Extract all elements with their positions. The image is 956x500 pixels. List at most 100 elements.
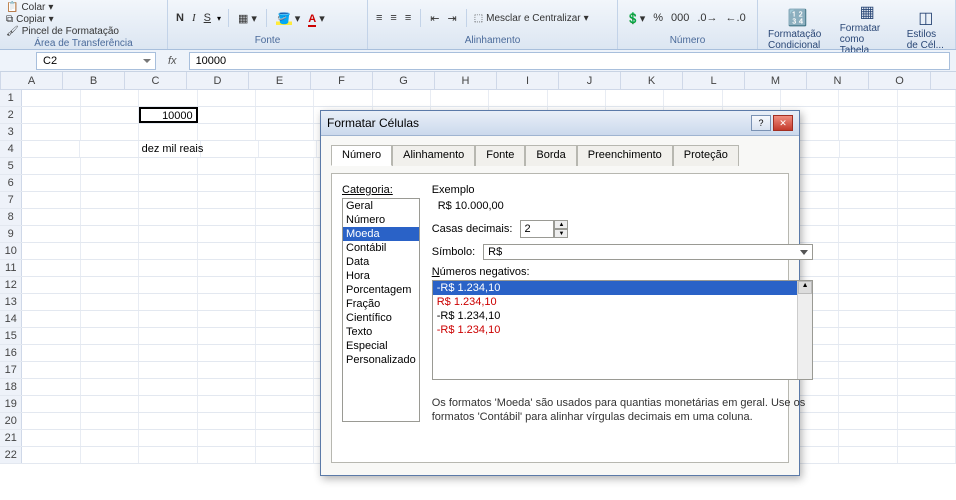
cell[interactable] [898, 226, 956, 242]
row-header[interactable]: 16 [0, 345, 22, 361]
cell[interactable] [81, 413, 139, 429]
cell[interactable] [256, 396, 314, 412]
cell[interactable] [259, 141, 317, 157]
cell[interactable] [781, 90, 839, 106]
cell[interactable] [198, 413, 256, 429]
cell[interactable]: 10000 [139, 107, 198, 123]
cell[interactable] [198, 226, 256, 242]
cell[interactable] [198, 277, 256, 293]
cell[interactable] [898, 175, 956, 191]
dialog-tab[interactable]: Fonte [475, 145, 525, 166]
cell[interactable] [139, 413, 197, 429]
dialog-tab[interactable]: Borda [525, 145, 576, 166]
cell[interactable] [256, 175, 314, 191]
cell[interactable] [139, 345, 197, 361]
cell[interactable] [81, 243, 139, 259]
cell[interactable] [898, 311, 956, 327]
category-item[interactable]: Porcentagem [343, 283, 419, 297]
negative-format-item[interactable]: R$ 1.234,10 [433, 295, 812, 309]
cell[interactable] [198, 447, 256, 463]
border-button[interactable]: ▦ ▾ [236, 11, 259, 26]
cell[interactable] [81, 379, 139, 395]
cell[interactable] [22, 192, 80, 208]
inc-decimal-button[interactable]: .0→ [695, 11, 719, 25]
cell[interactable] [198, 158, 256, 174]
cell[interactable] [256, 277, 314, 293]
cell[interactable] [81, 328, 139, 344]
indent-dec-button[interactable]: ⇤ [428, 11, 441, 26]
cell[interactable] [256, 362, 314, 378]
indent-inc-button[interactable]: ⇥ [445, 11, 458, 26]
cell[interactable] [898, 158, 956, 174]
fx-icon[interactable]: fx [162, 55, 183, 67]
currency-button[interactable]: 💲▾ [624, 11, 647, 26]
column-header[interactable]: P [931, 72, 956, 89]
cell[interactable] [839, 243, 897, 259]
cell[interactable] [80, 141, 138, 157]
negative-format-item[interactable]: -R$ 1.234,10 [433, 281, 812, 295]
negative-format-item[interactable]: -R$ 1.234,10 [433, 323, 812, 337]
cell[interactable] [256, 447, 314, 463]
row-header[interactable]: 15 [0, 328, 22, 344]
align-center-button[interactable]: ≡ [388, 11, 398, 25]
row-header[interactable]: 3 [0, 124, 22, 140]
cell[interactable] [22, 141, 80, 157]
cell[interactable] [198, 294, 256, 310]
category-item[interactable]: Fração [343, 297, 419, 311]
strike-button[interactable]: S [202, 11, 213, 25]
cell[interactable] [839, 362, 897, 378]
cell[interactable] [139, 175, 197, 191]
cell[interactable] [839, 430, 897, 446]
cell[interactable] [256, 345, 314, 361]
cell[interactable] [22, 90, 80, 106]
cell[interactable] [898, 430, 956, 446]
column-header[interactable]: A [1, 72, 63, 89]
cell[interactable]: dez mil reais [139, 141, 201, 157]
cell[interactable] [81, 294, 139, 310]
cell[interactable] [139, 158, 197, 174]
cell[interactable] [81, 396, 139, 412]
cell[interactable] [839, 345, 897, 361]
cell[interactable] [81, 107, 139, 123]
cell[interactable] [839, 90, 897, 106]
decimals-spin-up[interactable]: ▲ [554, 220, 568, 229]
row-header[interactable]: 10 [0, 243, 22, 259]
fill-color-button[interactable]: 🪣 ▾ [274, 11, 302, 26]
row-header[interactable]: 19 [0, 396, 22, 412]
cell[interactable] [22, 124, 80, 140]
cell[interactable] [839, 328, 897, 344]
cell[interactable] [22, 226, 80, 242]
dialog-tab[interactable]: Alinhamento [392, 145, 475, 166]
row-header[interactable]: 2 [0, 107, 22, 123]
row-header[interactable]: 1 [0, 90, 22, 106]
cell[interactable] [139, 124, 197, 140]
cell[interactable] [898, 328, 956, 344]
column-header[interactable]: B [63, 72, 125, 89]
cell[interactable] [81, 226, 139, 242]
category-item[interactable]: Contábil [343, 241, 419, 255]
row-header[interactable]: 9 [0, 226, 22, 242]
cell[interactable] [81, 311, 139, 327]
cell[interactable] [839, 158, 897, 174]
cell[interactable] [839, 311, 897, 327]
row-header[interactable]: 20 [0, 413, 22, 429]
cell[interactable] [22, 379, 80, 395]
row-header[interactable]: 5 [0, 158, 22, 174]
paste-button[interactable]: 📋 Colar ▾ [6, 2, 53, 13]
negatives-listbox[interactable]: -R$ 1.234,10R$ 1.234,10-R$ 1.234,10-R$ 1… [432, 280, 813, 380]
cell[interactable] [139, 243, 197, 259]
cell[interactable] [139, 430, 197, 446]
font-color-button[interactable]: A ▾ [306, 11, 327, 26]
cell[interactable] [839, 226, 897, 242]
cell[interactable] [81, 158, 139, 174]
cell[interactable] [198, 192, 256, 208]
cell[interactable] [839, 260, 897, 276]
cell[interactable] [839, 396, 897, 412]
category-item[interactable]: Geral [343, 199, 419, 213]
cell[interactable] [22, 175, 80, 191]
cell[interactable] [723, 90, 781, 106]
column-header[interactable]: N [807, 72, 869, 89]
cell[interactable] [139, 328, 197, 344]
column-header[interactable]: O [869, 72, 931, 89]
cell[interactable] [81, 192, 139, 208]
